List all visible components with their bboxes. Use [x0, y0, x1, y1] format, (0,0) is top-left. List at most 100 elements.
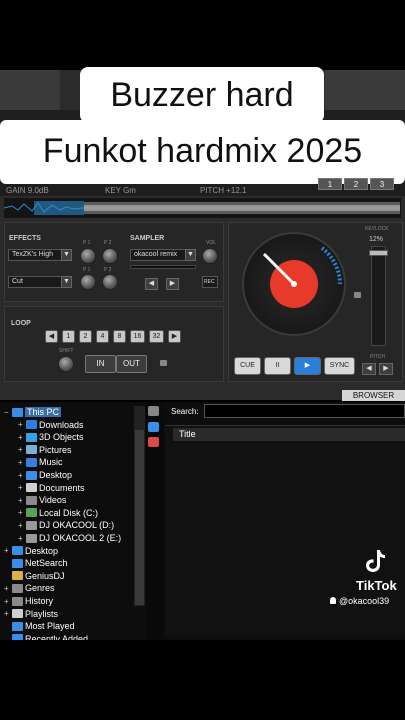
- tree-expander-icon[interactable]: +: [18, 508, 26, 517]
- pitch-down-icon[interactable]: ◀: [362, 363, 376, 375]
- tree-item[interactable]: + Playlists: [4, 608, 58, 620]
- drive-icon: [26, 520, 37, 530]
- tree-item-label: NetSearch: [25, 558, 68, 569]
- remove-folder-icon[interactable]: [148, 437, 159, 447]
- p1-label: P 1: [83, 240, 91, 246]
- tree-expander-icon[interactable]: −: [4, 408, 12, 417]
- rec-button[interactable]: REC: [202, 276, 218, 288]
- tree-item[interactable]: + Genres: [4, 582, 55, 594]
- tiktok-logo-icon: [366, 550, 385, 572]
- pause-button[interactable]: II: [264, 357, 291, 375]
- tree-item-label: Documents: [39, 482, 85, 493]
- loop-size-1-button[interactable]: 1: [62, 330, 75, 343]
- column-header-title[interactable]: Title: [173, 428, 405, 441]
- loop-prev-icon[interactable]: ◀: [45, 330, 58, 343]
- tree-item[interactable]: NetSearch: [4, 557, 68, 569]
- tree-item-label: DJ OKACOOL 2 (E:): [39, 533, 122, 543]
- computer-icon: [12, 407, 23, 417]
- pitch-slider-handle[interactable]: [369, 250, 388, 256]
- loop-title: LOOP: [11, 320, 31, 327]
- loop-out-button[interactable]: OUT: [116, 355, 147, 373]
- tree-scroll-thumb[interactable]: [135, 430, 144, 605]
- loop-in-button[interactable]: IN: [85, 355, 116, 373]
- tree-item[interactable]: +3D Objects: [18, 431, 84, 443]
- play-button[interactable]: ▶: [294, 357, 321, 375]
- tree-expander-icon[interactable]: +: [18, 471, 26, 480]
- tree-expander-icon[interactable]: +: [4, 597, 12, 606]
- sampler-vol-knob[interactable]: [202, 248, 218, 264]
- caption-line-1: Buzzer hard: [80, 67, 324, 123]
- loop-size-4-button[interactable]: 4: [96, 330, 109, 343]
- download-arrow-icon: [26, 420, 37, 430]
- tree-item[interactable]: + Desktop: [4, 545, 58, 557]
- sampler-meter: [130, 265, 196, 269]
- tree-expander-icon[interactable]: +: [18, 483, 26, 492]
- tree-item[interactable]: − This PC: [4, 406, 62, 418]
- shift-knob[interactable]: [58, 356, 74, 372]
- tree-item-label: Local Disk (C:): [39, 507, 99, 518]
- tree-expander-icon[interactable]: +: [18, 534, 26, 543]
- search-folder-icon[interactable]: [148, 406, 159, 416]
- loop-size-32-button[interactable]: 32: [149, 330, 164, 343]
- tree-item[interactable]: Most Played: [4, 620, 75, 632]
- sync-button[interactable]: SYNC: [324, 357, 355, 375]
- add-folder-icon[interactable]: [148, 422, 159, 432]
- loop-lock-icon: [160, 360, 167, 366]
- tree-item[interactable]: + DJ OKACOOL (D:): [18, 519, 114, 531]
- loop-next-icon[interactable]: ▶: [168, 330, 181, 343]
- tree-item-label: History: [25, 596, 54, 606]
- tree-expander-icon[interactable]: +: [18, 458, 26, 467]
- tree-expander-icon[interactable]: +: [18, 433, 26, 442]
- tree-item[interactable]: + Videos: [18, 494, 66, 506]
- sampler-next-icon[interactable]: ▶: [166, 278, 179, 290]
- loop-size-8-button[interactable]: 8: [113, 330, 126, 343]
- tree-item[interactable]: + Local Disk (C:): [18, 507, 98, 519]
- sampler-title: SAMPLER: [130, 235, 165, 242]
- tree-item[interactable]: GeniusDJ: [4, 570, 65, 582]
- tree-expander-icon[interactable]: +: [4, 546, 12, 555]
- tree-expander-icon[interactable]: +: [18, 521, 26, 530]
- tree-item[interactable]: + Desktop: [18, 469, 72, 481]
- tree-expander-icon[interactable]: +: [18, 496, 26, 505]
- hotcue-buttons: 1 2 3: [318, 178, 394, 190]
- effect-select[interactable]: TexZK's High: [8, 249, 63, 261]
- hotcue-3-button[interactable]: 3: [370, 178, 394, 190]
- tree-expander-icon[interactable]: +: [4, 584, 12, 593]
- tree-item[interactable]: + Pictures: [18, 444, 72, 456]
- pitch-readout: PITCH +12.1: [200, 186, 247, 195]
- hotcue-2-button[interactable]: 2: [344, 178, 368, 190]
- jog-wheel[interactable]: [242, 232, 346, 336]
- desktop-icon: [12, 546, 23, 556]
- tree-item[interactable]: + Downloads: [18, 419, 84, 431]
- tree-item[interactable]: + DJ OKACOOL 2 (E:): [18, 532, 121, 544]
- fx2-p2-knob[interactable]: [102, 274, 118, 290]
- tree-item-label: DJ OKACOOL (D:): [39, 520, 115, 531]
- pitch-slider-track[interactable]: [371, 246, 386, 346]
- hotcue-1-button[interactable]: 1: [318, 178, 342, 190]
- tree-expander-icon[interactable]: +: [18, 445, 26, 454]
- tree-item[interactable]: + Music: [18, 456, 63, 468]
- sampler-select[interactable]: okacool remix: [130, 249, 186, 261]
- sampler-dropdown-arrow-icon[interactable]: ▼: [185, 249, 196, 261]
- search-input[interactable]: [204, 404, 405, 418]
- tree-expander-icon[interactable]: +: [4, 609, 12, 618]
- tree-expander-icon[interactable]: +: [18, 420, 26, 429]
- p2-label: P 2: [104, 240, 112, 246]
- pitch-up-icon[interactable]: ▶: [379, 363, 393, 375]
- cue-button[interactable]: CUE: [234, 357, 261, 375]
- effect2-select[interactable]: Cut: [8, 276, 63, 288]
- fx-p2-knob[interactable]: [102, 248, 118, 264]
- tree-item[interactable]: + History: [4, 595, 53, 607]
- sampler-prev-icon[interactable]: ◀: [145, 278, 158, 290]
- tree-item-label: 3D Objects: [39, 432, 84, 443]
- tree-item[interactable]: + Documents: [18, 482, 85, 494]
- loop-size-16-button[interactable]: 16: [130, 330, 145, 343]
- tiktok-username: @okacool39: [330, 596, 389, 606]
- browser-tab[interactable]: BROWSER: [342, 390, 405, 401]
- fx2-p1-knob[interactable]: [80, 274, 96, 290]
- loop-size-2-button[interactable]: 2: [79, 330, 92, 343]
- effect-dropdown-arrow-icon[interactable]: ▼: [61, 249, 72, 261]
- waveform[interactable]: [4, 198, 401, 218]
- fx-p1-knob[interactable]: [80, 248, 96, 264]
- effect2-dropdown-arrow-icon[interactable]: ▼: [61, 276, 72, 288]
